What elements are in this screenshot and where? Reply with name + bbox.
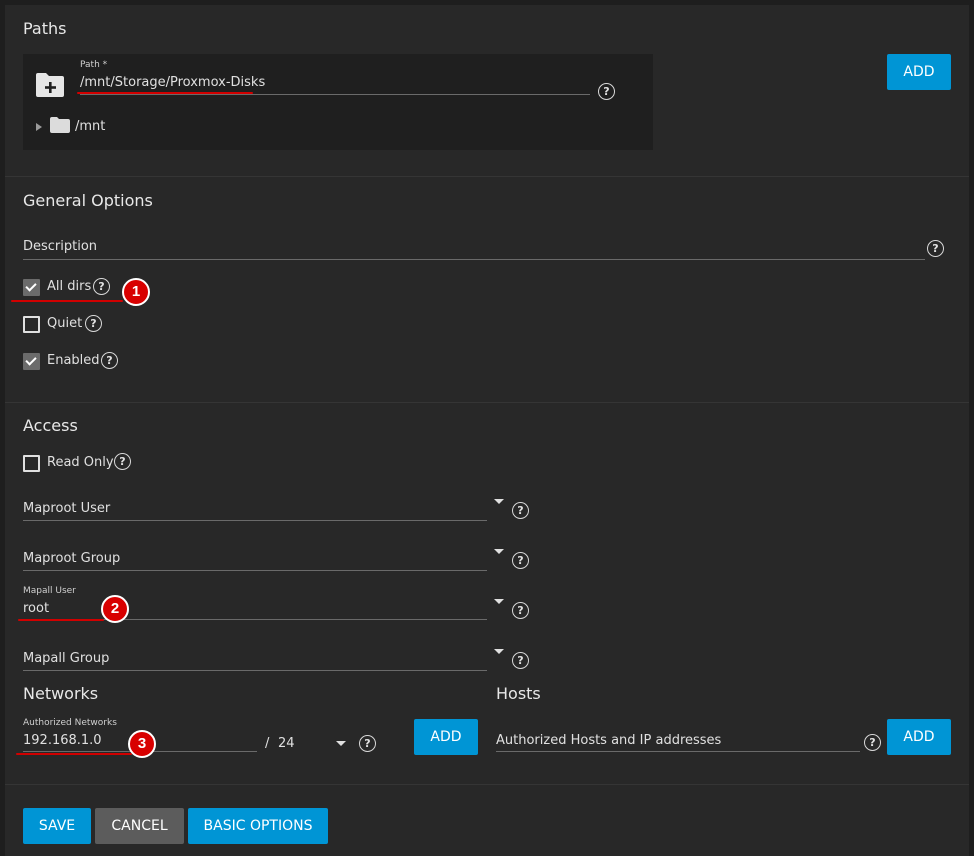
description-input[interactable]: Description xyxy=(23,239,97,254)
save-button[interactable]: SAVE xyxy=(23,808,91,844)
network-address-input[interactable]: 192.168.1.0 xyxy=(23,733,102,748)
quiet-checkbox[interactable] xyxy=(23,316,40,333)
all-dirs-label: All dirs xyxy=(47,279,92,294)
networks-help-icon[interactable]: ? xyxy=(359,735,376,752)
maproot-group-help-icon[interactable]: ? xyxy=(512,552,529,569)
folder-icon xyxy=(50,117,70,137)
general-section-title: General Options xyxy=(23,191,153,210)
mapall-user-help-icon[interactable]: ? xyxy=(512,602,529,619)
read-only-checkbox[interactable] xyxy=(23,455,40,472)
mapall-user-select[interactable]: root xyxy=(23,601,49,616)
maproot-user-select[interactable]: Maproot User xyxy=(23,501,110,516)
maproot-user-help-icon[interactable]: ? xyxy=(512,502,529,519)
access-section-title: Access xyxy=(23,416,78,435)
annotation-badge-3: 3 xyxy=(128,730,156,758)
maproot-group-underline xyxy=(23,570,487,571)
annotation-badge-2: 2 xyxy=(101,595,129,623)
annotation-badge-1: 1 xyxy=(122,278,150,306)
folder-add-icon[interactable] xyxy=(35,72,65,102)
description-underline xyxy=(23,259,925,260)
hosts-add-button[interactable]: ADD xyxy=(887,719,951,755)
path-explorer: Path * /mnt/Storage/Proxmox-Disks ? /mnt xyxy=(23,54,653,150)
path-add-button[interactable]: ADD xyxy=(887,54,951,90)
quiet-label: Quiet xyxy=(47,316,83,331)
maproot-group-dropdown-icon[interactable] xyxy=(494,549,504,554)
basic-options-button[interactable]: BASIC OPTIONS xyxy=(188,808,328,844)
authorized-hosts-underline xyxy=(496,751,860,752)
nfs-share-form: Paths Path * /mnt/Storage/Proxmox-Disks … xyxy=(5,5,969,856)
path-help-icon[interactable]: ? xyxy=(598,83,615,100)
enabled-label: Enabled xyxy=(47,353,100,368)
maproot-group-select[interactable]: Maproot Group xyxy=(23,551,120,566)
mapall-user-dropdown-icon[interactable] xyxy=(494,599,504,604)
enabled-checkbox[interactable] xyxy=(23,353,40,370)
tree-expand-icon[interactable] xyxy=(36,123,42,131)
section-divider xyxy=(5,176,969,177)
all-dirs-checkbox[interactable] xyxy=(23,279,40,296)
annotation-underline-network xyxy=(16,753,132,755)
quiet-help-icon[interactable]: ? xyxy=(85,315,102,332)
authorized-hosts-input[interactable]: Authorized Hosts and IP addresses xyxy=(496,733,721,748)
authorized-networks-label: Authorized Networks xyxy=(23,718,117,728)
networks-section-title: Networks xyxy=(23,684,99,703)
path-input[interactable]: /mnt/Storage/Proxmox-Disks xyxy=(80,75,265,90)
hosts-section-title: Hosts xyxy=(496,684,541,703)
annotation-underline-path xyxy=(77,92,253,94)
mapall-group-select[interactable]: Mapall Group xyxy=(23,651,109,666)
tree-item-mnt[interactable]: /mnt xyxy=(75,119,105,134)
read-only-help-icon[interactable]: ? xyxy=(114,453,131,470)
annotation-underline-all-dirs xyxy=(11,300,123,302)
mapall-group-underline xyxy=(23,670,487,671)
mapall-user-label: Mapall User xyxy=(23,586,76,596)
path-label: Path * xyxy=(80,60,108,70)
enabled-help-icon[interactable]: ? xyxy=(101,352,118,369)
paths-section-title: Paths xyxy=(23,19,67,38)
annotation-underline-mapall-user xyxy=(18,619,104,621)
network-mask-dropdown-icon[interactable] xyxy=(336,741,346,746)
cancel-button[interactable]: CANCEL xyxy=(95,808,184,844)
mapall-group-help-icon[interactable]: ? xyxy=(512,652,529,669)
read-only-label: Read Only xyxy=(47,455,114,470)
network-mask-select[interactable]: 24 xyxy=(278,736,295,751)
maproot-user-dropdown-icon[interactable] xyxy=(494,499,504,504)
section-divider xyxy=(5,402,969,403)
description-help-icon[interactable]: ? xyxy=(927,240,944,257)
networks-add-button[interactable]: ADD xyxy=(414,719,478,755)
maproot-user-underline xyxy=(23,520,487,521)
mapall-group-dropdown-icon[interactable] xyxy=(494,649,504,654)
hosts-help-icon[interactable]: ? xyxy=(864,734,881,751)
section-divider xyxy=(5,784,969,785)
network-slash: / xyxy=(265,736,270,751)
all-dirs-help-icon[interactable]: ? xyxy=(93,278,110,295)
path-input-underline xyxy=(80,94,590,95)
